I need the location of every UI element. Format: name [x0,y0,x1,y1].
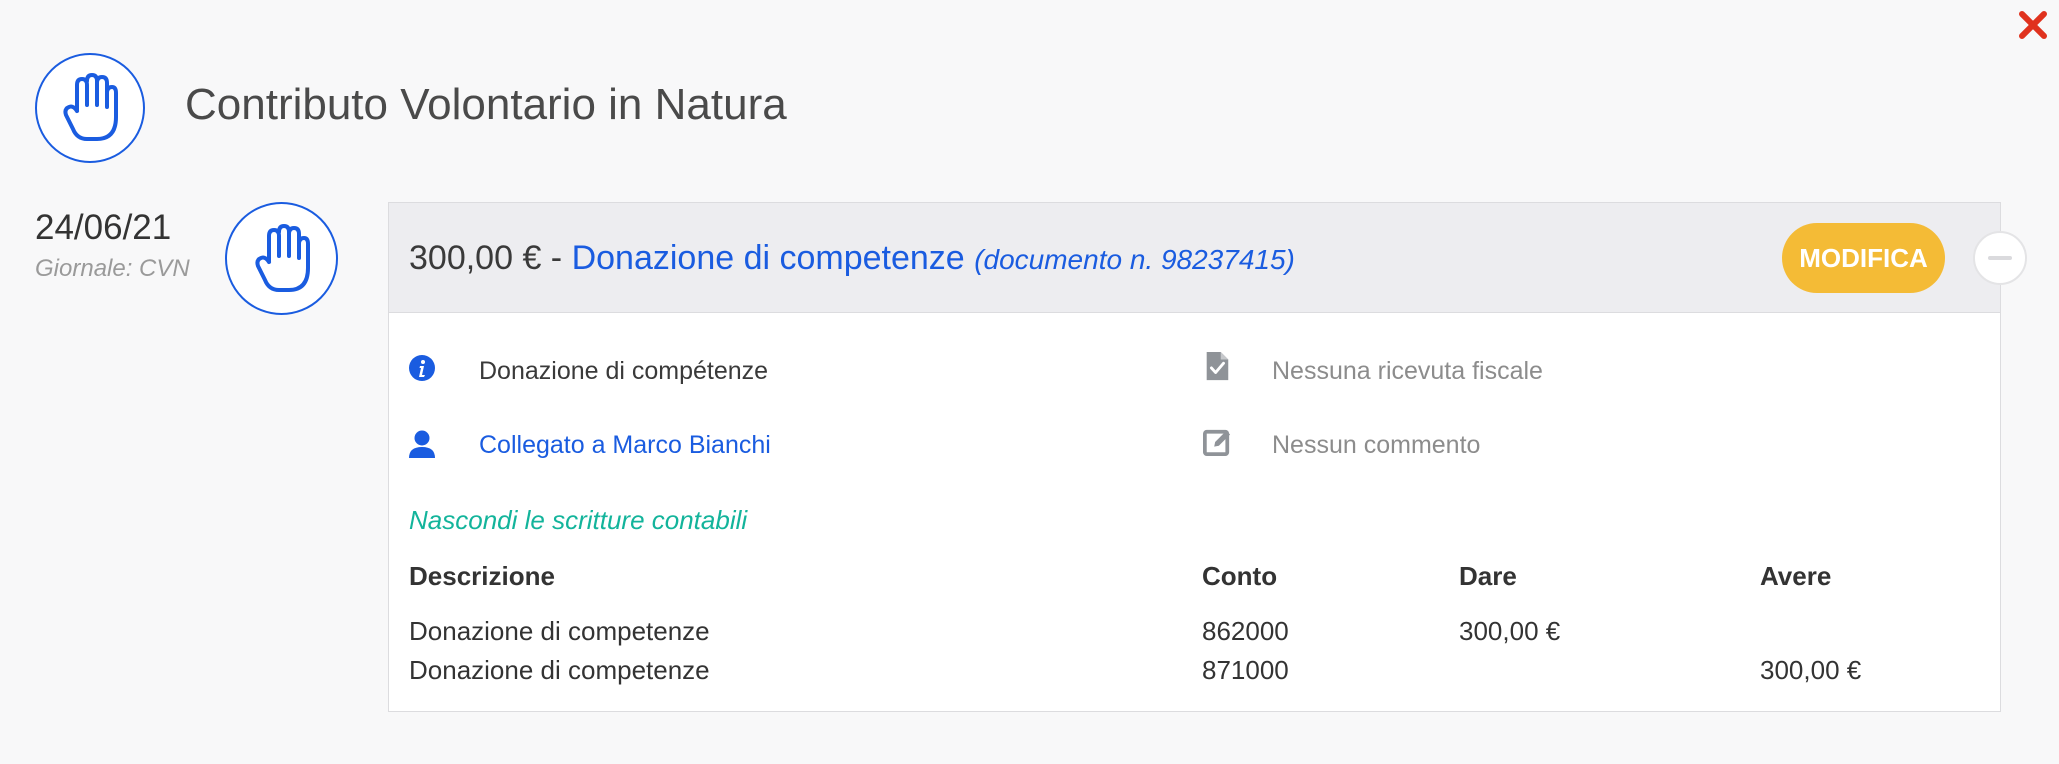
title-separator: - [541,239,572,277]
edit-button[interactable]: MODIFICA [1782,223,1945,293]
minus-circle-icon[interactable] [1988,256,2012,260]
ledger-cell-debit: 300,00 € [1459,616,1561,646]
receipt-status: Nessuna ricevuta fiscale [1272,357,1543,385]
header-avatar [35,53,145,163]
entry-card-header: 300,00 € - Donazione di competenze (docu… [389,203,2000,313]
ledger-header-debit: Dare [1459,561,1517,591]
entry-card: 300,00 € - Donazione di competenze (docu… [388,202,2001,712]
comment-status: Nessun commento [1272,431,1481,459]
ledger-header-credit: Avere [1760,561,1832,591]
description-text: Donazione di compétenze [479,357,769,385]
ledger-header-description: Descrizione [409,561,555,591]
close-icon[interactable] [2016,8,2050,42]
entry-journal: Giornale: CVN [35,255,190,282]
collapse-button[interactable] [1973,231,2027,285]
entry-amount: 300,00 € [409,239,542,277]
user-icon [409,430,435,458]
entry-title-link[interactable]: Donazione di competenze [572,239,965,277]
page-title: Contributo Volontario in Natura [185,80,787,129]
raised-hand-icon [254,223,310,292]
linked-contact-link[interactable]: Collegato a Marco Bianchi [479,431,771,460]
info-icon [409,355,435,381]
raised-hand-icon [63,73,118,141]
entry-title: 300,00 € - Donazione di competenze (docu… [409,239,1295,278]
ledger-cell-account: 862000 [1202,616,1289,646]
entry-avatar [225,202,338,315]
ledger-cell-description: Donazione di competenze [409,616,710,646]
ledger-cell-credit: 300,00 € [1760,655,1862,685]
document-reference[interactable]: (documento n. 98237415) [974,244,1295,275]
ledger-cell-description: Donazione di competenze [409,655,710,685]
ledger-header-account: Conto [1202,561,1278,591]
document-check-icon [1206,351,1229,381]
edit-icon[interactable] [1203,427,1231,457]
toggle-ledger-link[interactable]: Nascondi le scritture contabili [409,505,747,536]
entry-date: 24/06/21 [35,208,172,247]
close-button[interactable] [2016,8,2050,42]
ledger-cell-account: 871000 [1202,655,1289,685]
